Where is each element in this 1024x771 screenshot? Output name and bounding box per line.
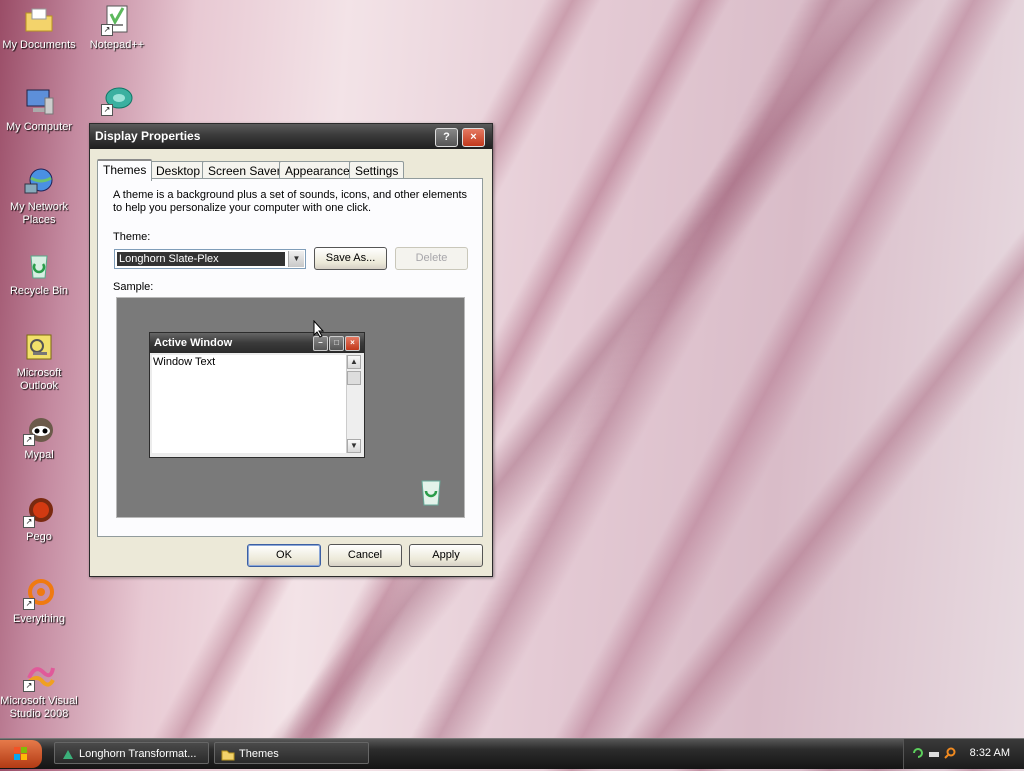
chevron-down-icon[interactable]: ▼	[288, 251, 304, 267]
cancel-button[interactable]: Cancel	[328, 544, 402, 567]
refresh-tray-icon[interactable]	[912, 747, 924, 759]
taskbar: Longhorn Transformat... Themes 8:32 AM	[0, 738, 1024, 769]
desktop-icon-mypal[interactable]: ↗ Mypal	[0, 414, 78, 462]
maximize-icon: □	[329, 336, 344, 351]
computer-icon	[23, 86, 55, 118]
desktop-icon-visual-studio-2008[interactable]: ↗ Microsoft Visual Studio 2008	[0, 660, 78, 721]
display-properties-dialog: Display Properties ? × Themes Desktop Sc…	[89, 123, 493, 577]
sample-window-body: Window Text	[152, 355, 346, 453]
theme-select-value: Longhorn Slate-Plex	[117, 252, 285, 266]
desktop-icon-label: Pego	[26, 531, 52, 543]
scroll-up-icon: ▲	[347, 355, 361, 369]
theme-description: A theme is a background plus a set of so…	[113, 189, 468, 214]
help-icon: ?	[443, 131, 450, 143]
notepad-icon: ↗	[101, 4, 133, 36]
delete-button[interactable]: Delete	[395, 247, 468, 270]
desktop-icon-notepad-plus-plus[interactable]: ↗ Notepad++	[78, 4, 156, 52]
folder-icon	[221, 747, 235, 761]
windows-logo-icon	[14, 747, 27, 760]
dialog-titlebar[interactable]: Display Properties ? ×	[90, 124, 492, 149]
mypal-icon: ↗	[23, 414, 55, 446]
themes-panel: A theme is a background plus a set of so…	[97, 178, 483, 537]
desktop-icon-my-network-places[interactable]: My Network Places	[0, 166, 78, 227]
desktop-icon-label: My Computer	[5, 121, 73, 133]
sample-active-window: Active Window – □ × Window Text ▲ ▼	[149, 332, 365, 458]
theme-sample-preview: Active Window – □ × Window Text ▲ ▼	[116, 297, 465, 518]
taskbar-item-themes[interactable]: Themes	[214, 742, 369, 764]
search-tray-icon[interactable]	[944, 747, 956, 759]
folder-icon	[23, 4, 55, 36]
shortcut-arrow-icon: ↗	[23, 516, 35, 528]
desktop-icon-mypal-shortcut-top[interactable]: ↗	[78, 84, 156, 119]
shortcut-arrow-icon: ↗	[101, 24, 113, 36]
desktop-icon-recycle-bin[interactable]: Recycle Bin	[0, 250, 78, 298]
save-as-button[interactable]: Save As...	[314, 247, 387, 270]
shortcut-arrow-icon: ↗	[23, 680, 35, 692]
apply-button[interactable]: Apply	[409, 544, 483, 567]
shortcut-arrow-icon: ↗	[101, 104, 113, 116]
desktop-icon-label: My Network Places	[9, 201, 69, 226]
theme-select[interactable]: Longhorn Slate-Plex ▼	[114, 249, 306, 269]
desktop-icon-label: Microsoft Outlook	[16, 367, 62, 392]
dialog-title: Display Properties	[95, 129, 201, 143]
desktop-icon-label: Recycle Bin	[9, 285, 69, 297]
everything-icon: ↗	[23, 578, 55, 610]
taskbar-item-longhorn[interactable]: Longhorn Transformat...	[54, 742, 209, 764]
outlook-icon	[23, 332, 55, 364]
pego-icon: ↗	[23, 496, 55, 528]
desktop-icon-label: Microsoft Visual Studio 2008	[0, 695, 78, 720]
scroll-thumb	[347, 371, 361, 385]
sample-recycle-bin-icon	[418, 477, 444, 507]
longhorn-icon	[61, 747, 75, 760]
desktop-icon-label: Everything	[13, 613, 65, 625]
desktop-icon-label: Notepad++	[89, 39, 145, 51]
tab-themes[interactable]: Themes	[97, 159, 153, 181]
clock[interactable]: 8:32 AM	[970, 747, 1010, 759]
ok-button[interactable]: OK	[247, 544, 321, 567]
desktop-icon-my-computer[interactable]: My Computer	[0, 86, 78, 134]
desktop-icon-everything[interactable]: ↗ Everything	[0, 578, 78, 626]
scroll-down-icon: ▼	[347, 439, 361, 453]
close-icon: ×	[470, 131, 477, 143]
sample-window-titlebar: Active Window – □ ×	[150, 333, 364, 353]
close-icon: ×	[345, 336, 360, 351]
sample-scrollbar: ▲ ▼	[346, 355, 362, 453]
desktop-icon-label: My Documents	[2, 39, 76, 51]
sample-label: Sample:	[113, 281, 154, 293]
recycle-bin-icon	[23, 250, 55, 282]
network-tray-icon[interactable]	[928, 747, 940, 759]
mouse-cursor-icon	[313, 319, 325, 341]
desktop-icon-microsoft-outlook[interactable]: Microsoft Outlook	[0, 332, 78, 393]
taskbar-item-label: Themes	[239, 748, 279, 760]
help-button[interactable]: ?	[435, 128, 458, 147]
start-button[interactable]	[0, 740, 42, 768]
shortcut-arrow-icon: ↗	[23, 598, 35, 610]
browser-icon: ↗	[101, 84, 133, 116]
system-tray: 8:32 AM	[903, 739, 1024, 769]
desktop-icon-my-documents[interactable]: My Documents	[0, 4, 78, 52]
theme-label: Theme:	[113, 231, 151, 243]
desktop-icon-label: Mypal	[24, 449, 54, 461]
shortcut-arrow-icon: ↗	[23, 434, 35, 446]
network-icon	[23, 166, 55, 198]
taskbar-item-label: Longhorn Transformat...	[79, 748, 197, 760]
desktop-icon-pego[interactable]: ↗ Pego	[0, 496, 78, 544]
visual-studio-icon: ↗	[23, 660, 55, 692]
close-button[interactable]: ×	[462, 128, 485, 147]
sample-window-title: Active Window	[154, 337, 233, 349]
